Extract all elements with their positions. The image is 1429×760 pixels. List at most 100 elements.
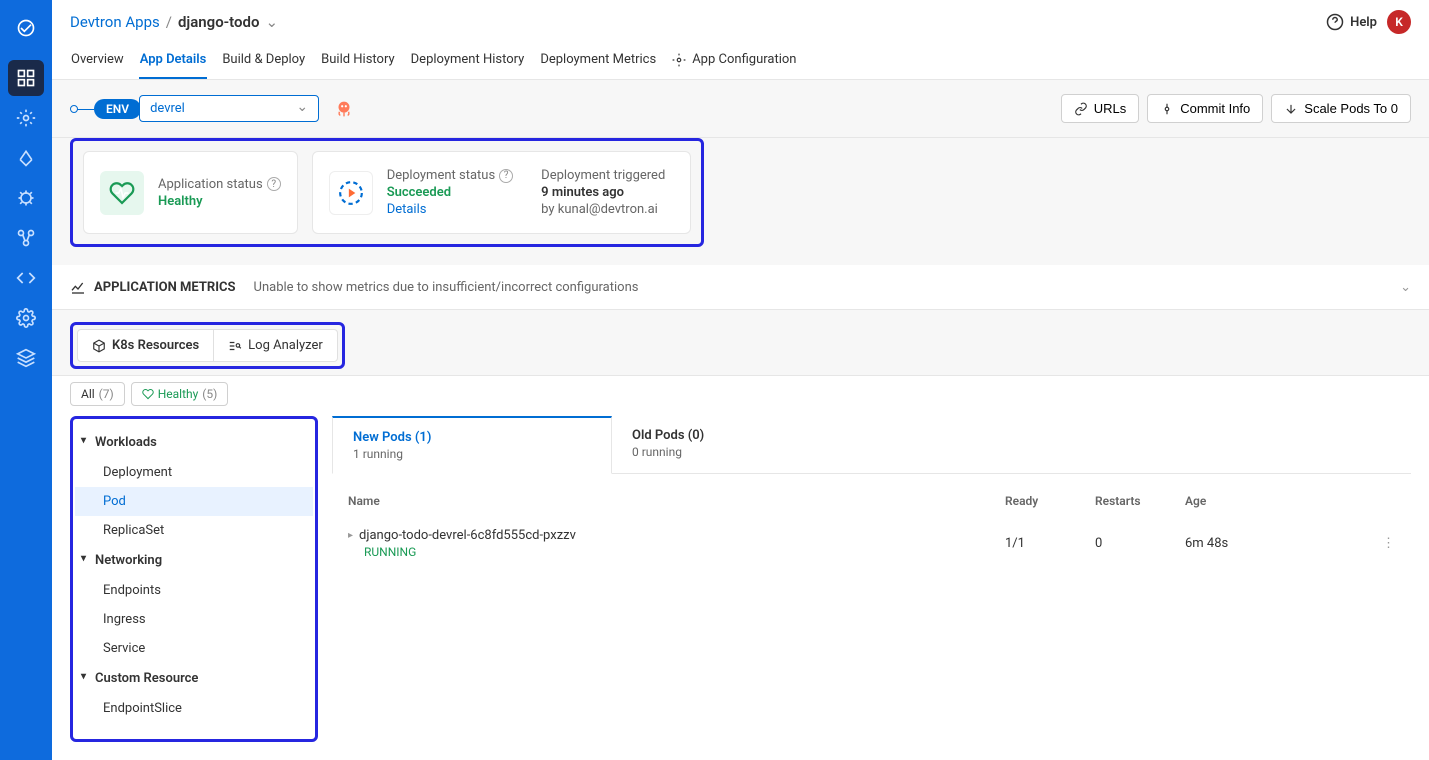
deploy-status-card: Deployment status ? Succeeded Details De…: [312, 151, 691, 234]
filter-healthy-label: Healthy: [158, 387, 199, 401]
tab-deployment-metrics[interactable]: Deployment Metrics: [539, 44, 657, 79]
pods-tab-old-title: Old Pods (0): [632, 428, 872, 443]
metrics-message: Unable to show metrics due to insufficie…: [254, 280, 639, 295]
left-nav-rail: [0, 0, 52, 760]
tab-build-history[interactable]: Build History: [320, 44, 396, 79]
chevron-down-icon[interactable]: ⌄: [265, 13, 278, 31]
app-status-label: Application status: [158, 177, 263, 192]
search-list-icon: [228, 339, 242, 353]
env-select[interactable]: devrel: [139, 95, 319, 122]
urls-button[interactable]: URLs: [1061, 94, 1140, 123]
cube-icon: [92, 339, 106, 353]
chevron-down-icon[interactable]: ⌄: [1400, 280, 1411, 295]
tree-group-custom[interactable]: Custom Resource: [75, 663, 313, 694]
urls-label: URLs: [1094, 101, 1127, 116]
tree-group-workloads[interactable]: Workloads: [75, 427, 313, 458]
metrics-bar[interactable]: APPLICATION METRICS Unable to show metri…: [52, 265, 1429, 310]
scale-label: Scale Pods To 0: [1304, 101, 1398, 116]
tab-app-configuration[interactable]: App Configuration: [671, 44, 797, 79]
filter-all-count: (7): [99, 387, 114, 401]
deploy-status-value: Succeeded: [387, 185, 513, 200]
pods-tab-new[interactable]: New Pods (1) 1 running: [332, 416, 612, 474]
tab-app-details[interactable]: App Details: [139, 44, 208, 79]
help-button[interactable]: Help: [1326, 13, 1377, 31]
tab-build-deploy[interactable]: Build & Deploy: [221, 44, 306, 79]
subtab-k8s-label: K8s Resources: [112, 338, 199, 353]
nav-bug-icon[interactable]: [8, 180, 44, 216]
resource-tree-highlight: Workloads Deployment Pod ReplicaSet Netw…: [70, 416, 318, 742]
row-menu-icon[interactable]: ⋮: [1365, 536, 1395, 551]
commit-label: Commit Info: [1180, 101, 1250, 116]
tab-deployment-history[interactable]: Deployment History: [410, 44, 526, 79]
col-name: Name: [348, 494, 1005, 508]
breadcrumb-current: django-todo: [178, 13, 260, 31]
deploy-trigger-by: by kunal@devtron.ai: [541, 202, 665, 217]
app-status-card: Application status ? Healthy: [83, 151, 298, 234]
nav-settings-icon[interactable]: [8, 300, 44, 336]
pod-restarts: 0: [1095, 536, 1185, 551]
table-row[interactable]: ▸ django-todo-devrel-6c8fd555cd-pxzzv RUN…: [332, 518, 1411, 569]
nav-stack-icon[interactable]: [8, 340, 44, 376]
tree-item-replicaset[interactable]: ReplicaSet: [75, 516, 313, 545]
commit-icon: [1160, 102, 1174, 116]
subtab-log-label: Log Analyzer: [248, 338, 323, 353]
filter-all[interactable]: All (7): [70, 382, 125, 406]
col-ready: Ready: [1005, 494, 1095, 508]
subtab-k8s-resources[interactable]: K8s Resources: [78, 330, 214, 361]
avatar[interactable]: K: [1387, 10, 1411, 34]
devtron-logo[interactable]: [10, 12, 42, 44]
tree-item-endpoints[interactable]: Endpoints: [75, 576, 313, 605]
tree-item-deployment[interactable]: Deployment: [75, 458, 313, 487]
scale-pods-button[interactable]: Scale Pods To 0: [1271, 94, 1411, 123]
deploy-trigger-label: Deployment triggered: [541, 168, 665, 183]
subtab-log-analyzer[interactable]: Log Analyzer: [214, 330, 337, 361]
gear-icon: [672, 53, 686, 67]
caret-right-icon[interactable]: ▸: [348, 530, 353, 541]
env-badge: ENV: [94, 99, 141, 119]
pods-tab-new-title: New Pods (1): [353, 430, 591, 445]
pod-name: django-todo-devrel-6c8fd555cd-pxzzv: [359, 528, 576, 543]
tree-group-networking[interactable]: Networking: [75, 545, 313, 576]
deploy-details-link[interactable]: Details: [387, 202, 513, 217]
tree-item-endpointslice[interactable]: EndpointSlice: [75, 694, 313, 723]
nav-apps-icon[interactable]: [8, 60, 44, 96]
nav-config-icon[interactable]: [8, 100, 44, 136]
nav-cluster-icon[interactable]: [8, 220, 44, 256]
tab-app-configuration-label: App Configuration: [692, 52, 796, 67]
tab-overview[interactable]: Overview: [70, 44, 125, 79]
pod-status: RUNNING: [364, 545, 1005, 559]
app-status-value: Healthy: [158, 194, 281, 209]
pods-tab-old-sub: 0 running: [632, 445, 872, 459]
subtabs-highlight: K8s Resources Log Analyzer: [70, 322, 345, 369]
help-label: Help: [1350, 15, 1377, 30]
octopus-icon[interactable]: [333, 98, 355, 120]
tree-item-service[interactable]: Service: [75, 634, 313, 663]
tree-item-pod[interactable]: Pod: [75, 487, 313, 516]
deploy-icon: [329, 171, 373, 215]
metrics-title: APPLICATION METRICS: [94, 280, 236, 295]
tree-item-ingress[interactable]: Ingress: [75, 605, 313, 634]
deploy-trigger-time: 9 minutes ago: [541, 185, 665, 200]
commit-info-button[interactable]: Commit Info: [1147, 94, 1263, 123]
heart-icon: [142, 388, 154, 400]
pods-tab-old[interactable]: Old Pods (0) 0 running: [612, 416, 892, 473]
col-age: Age: [1185, 494, 1365, 508]
link-icon: [1074, 102, 1088, 116]
heartbeat-icon: [100, 171, 144, 215]
breadcrumb-sep: /: [166, 13, 172, 31]
app-tabs: Overview App Details Build & Deploy Buil…: [70, 44, 1411, 79]
breadcrumb: Devtron Apps / django-todo ⌄: [70, 13, 278, 31]
col-restarts: Restarts: [1095, 494, 1185, 508]
breadcrumb-root[interactable]: Devtron Apps: [70, 13, 160, 31]
help-icon[interactable]: ?: [499, 169, 513, 183]
nav-code-icon[interactable]: [8, 260, 44, 296]
help-icon[interactable]: ?: [267, 177, 281, 191]
nav-deploy-icon[interactable]: [8, 140, 44, 176]
pod-age: 6m 48s: [1185, 536, 1365, 551]
filter-healthy[interactable]: Healthy (5): [131, 382, 229, 406]
filter-healthy-count: (5): [202, 387, 217, 401]
resource-tree: Workloads Deployment Pod ReplicaSet Netw…: [73, 419, 315, 731]
deploy-status-label: Deployment status: [387, 168, 495, 183]
status-cards-highlight: Application status ? Healthy Deployment …: [70, 138, 704, 247]
chart-icon: [70, 279, 86, 295]
